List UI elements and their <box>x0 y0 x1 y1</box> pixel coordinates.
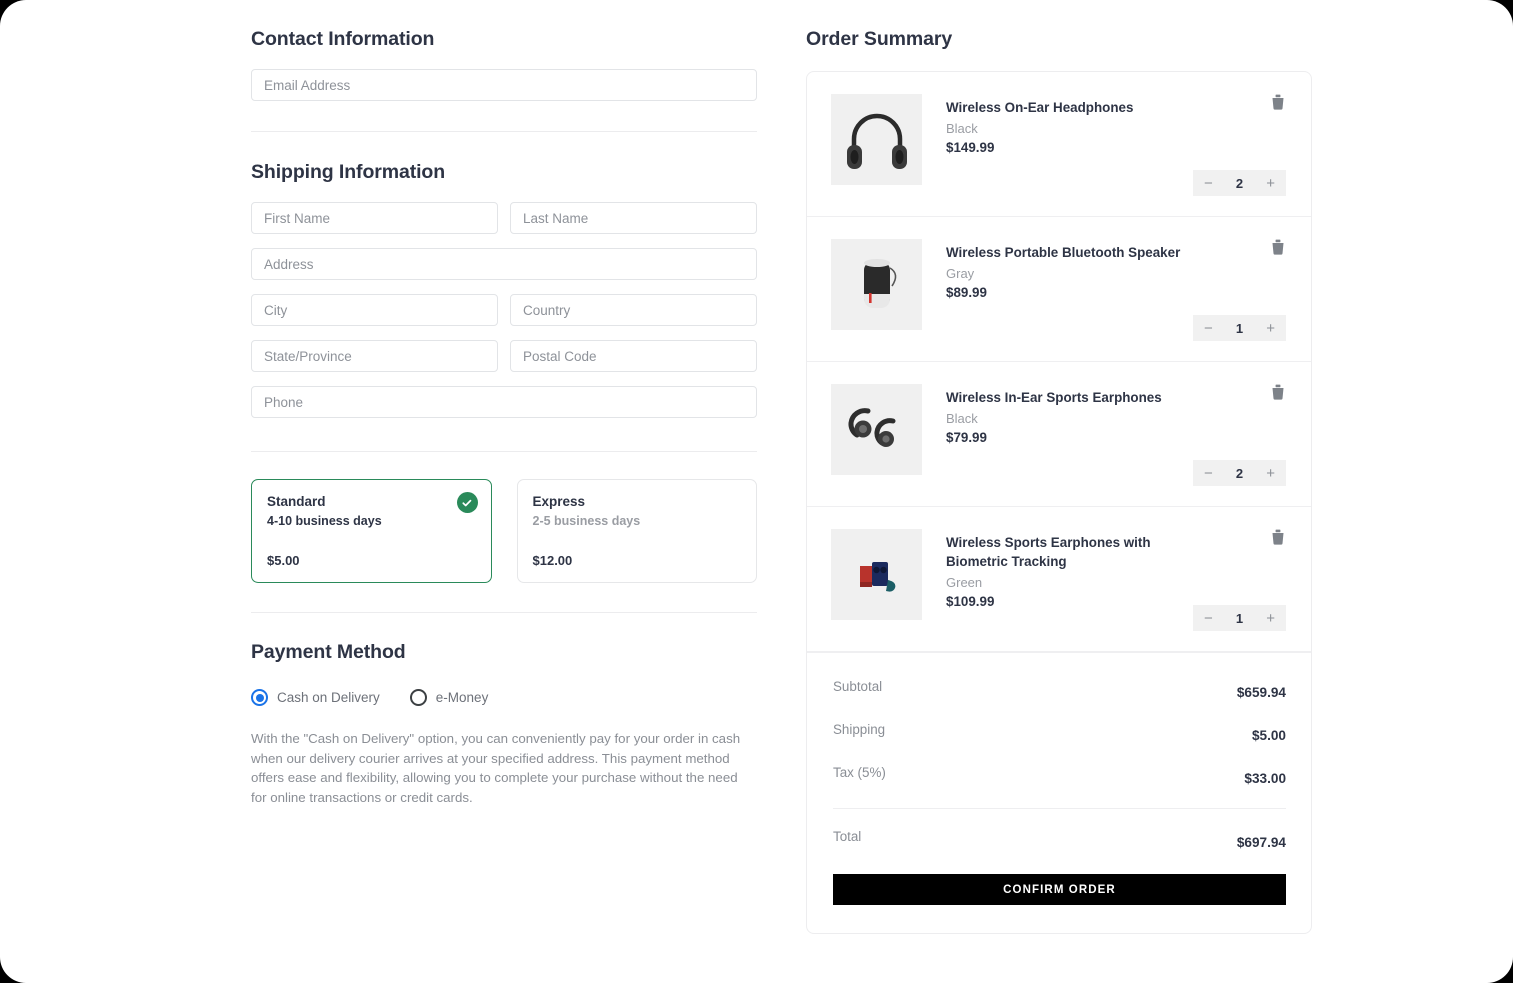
shipping-option-express-days: 2-5 business days <box>532 514 641 528</box>
payment-method-heading: Payment Method <box>251 641 406 663</box>
quantity-increase-button[interactable]: + <box>1266 321 1275 336</box>
order-item-name: Wireless Sports Earphones with Biometric… <box>946 535 1151 569</box>
shipping-option-standard[interactable]: Standard 4-10 business days $5.00 <box>251 479 492 583</box>
quantity-value: 1 <box>1235 610 1244 626</box>
total-value: $5.00 <box>1251 728 1286 743</box>
shipping-section-divider <box>251 451 757 452</box>
trash-icon[interactable] <box>1271 239 1285 255</box>
city-field[interactable] <box>251 294 498 326</box>
order-item: Wireless In-Ear Sports Earphones Black $… <box>807 362 1311 507</box>
radio-dot-icon <box>255 693 264 702</box>
total-row-tax: Tax (5%) $33.00 <box>833 765 1286 786</box>
quantity-increase-button[interactable]: + <box>1266 466 1275 481</box>
shipping-option-standard-price: $5.00 <box>267 553 300 568</box>
order-summary-heading: Order Summary <box>806 28 953 50</box>
quantity-increase-button[interactable]: + <box>1266 176 1275 191</box>
quantity-stepper: − 1 + <box>1193 605 1286 631</box>
order-item-price: $149.99 <box>946 140 995 155</box>
payment-option-label-cash: Cash on Delivery <box>277 690 380 705</box>
order-item: Wireless On-Ear Headphones Black $149.99… <box>807 72 1311 217</box>
total-label: Subtotal <box>833 679 883 694</box>
trash-icon[interactable] <box>1271 94 1285 110</box>
order-item-name: Wireless Portable Bluetooth Speaker <box>946 245 1181 260</box>
email-field[interactable] <box>251 69 757 101</box>
speaker-product-image <box>831 239 922 330</box>
earphones-product-image <box>831 384 922 475</box>
quantity-decrease-button[interactable]: − <box>1204 466 1213 481</box>
total-label: Total <box>833 829 862 844</box>
order-item-price: $109.99 <box>946 594 995 609</box>
last-name-field[interactable] <box>510 202 757 234</box>
trash-icon[interactable] <box>1271 384 1285 400</box>
confirm-order-button[interactable]: CONFIRM ORDER <box>833 874 1286 905</box>
address-field[interactable] <box>251 248 757 280</box>
totals-divider <box>833 808 1286 809</box>
postal-code-field[interactable] <box>510 340 757 372</box>
check-circle-icon <box>456 492 478 513</box>
shipping-option-standard-days: 4-10 business days <box>267 514 382 528</box>
order-item: Wireless Portable Bluetooth Speaker Gray… <box>807 217 1311 362</box>
total-value: $697.94 <box>1236 835 1286 850</box>
quantity-increase-button[interactable]: + <box>1266 611 1275 626</box>
shipping-options: Standard 4-10 business days $5.00 Expres… <box>251 479 757 583</box>
quantity-stepper: − 1 + <box>1193 315 1286 341</box>
total-value: $33.00 <box>1244 771 1286 786</box>
order-item-variant: Black <box>946 121 978 136</box>
shipping-option-express-name: Express <box>532 494 586 509</box>
total-row-grand-total: Total $697.94 <box>833 829 1286 850</box>
total-row-subtotal: Subtotal $659.94 <box>833 679 1286 700</box>
trash-icon[interactable] <box>1271 529 1285 545</box>
radio-cash-on-delivery[interactable] <box>251 689 268 706</box>
order-summary-column: Order Summary Wireless On-Ear Headphones… <box>790 0 1312 983</box>
total-value: $659.94 <box>1236 685 1286 700</box>
order-summary-card: Wireless On-Ear Headphones Black $149.99… <box>806 71 1312 934</box>
shipping-option-express[interactable]: Express 2-5 business days $12.00 <box>516 479 757 583</box>
quantity-stepper: − 2 + <box>1193 170 1286 196</box>
phone-field[interactable] <box>251 386 757 418</box>
checkout-page: Contact Information Shipping Information <box>0 0 1513 983</box>
country-field[interactable] <box>510 294 757 326</box>
payment-method-description: With the "Cash on Delivery" option, you … <box>251 731 741 805</box>
quantity-decrease-button[interactable]: − <box>1204 321 1213 336</box>
contact-information-heading: Contact Information <box>251 28 435 50</box>
payment-section-divider <box>251 612 757 613</box>
total-row-shipping: Shipping $5.00 <box>833 722 1286 743</box>
total-label: Tax (5%) <box>833 765 886 780</box>
order-item-name: Wireless In-Ear Sports Earphones <box>946 390 1162 405</box>
order-totals: Subtotal $659.94 Shipping $5.00 Tax (5%)… <box>807 652 1311 874</box>
biometric-earbuds-product-image <box>831 529 922 620</box>
first-name-field[interactable] <box>251 202 498 234</box>
radio-e-money[interactable] <box>409 689 427 706</box>
quantity-value: 2 <box>1235 465 1244 481</box>
contact-section-divider <box>251 131 757 132</box>
shipping-option-express-price: $12.00 <box>532 553 573 568</box>
shipping-option-standard-name: Standard <box>267 494 326 509</box>
payment-option-label-emoney: e-Money <box>435 690 489 705</box>
quantity-decrease-button[interactable]: − <box>1204 611 1213 626</box>
order-item-name: Wireless On-Ear Headphones <box>946 100 1134 115</box>
total-label: Shipping <box>833 722 886 737</box>
state-province-field[interactable] <box>251 340 498 372</box>
shipping-information-heading: Shipping Information <box>251 161 446 183</box>
order-item-variant: Gray <box>946 266 975 281</box>
order-item-price: $79.99 <box>946 430 987 445</box>
quantity-value: 1 <box>1235 320 1244 336</box>
headphones-product-image <box>831 94 922 185</box>
checkout-form-column: Contact Information Shipping Information <box>0 0 790 983</box>
quantity-value: 2 <box>1235 175 1244 191</box>
payment-options: Cash on Delivery e-Money <box>251 689 757 706</box>
order-item-price: $89.99 <box>946 285 987 300</box>
order-item-variant: Green <box>946 575 983 590</box>
quantity-decrease-button[interactable]: − <box>1204 176 1213 191</box>
order-item: Wireless Sports Earphones with Biometric… <box>807 507 1311 652</box>
order-item-variant: Black <box>946 411 978 426</box>
quantity-stepper: − 2 + <box>1193 460 1286 486</box>
